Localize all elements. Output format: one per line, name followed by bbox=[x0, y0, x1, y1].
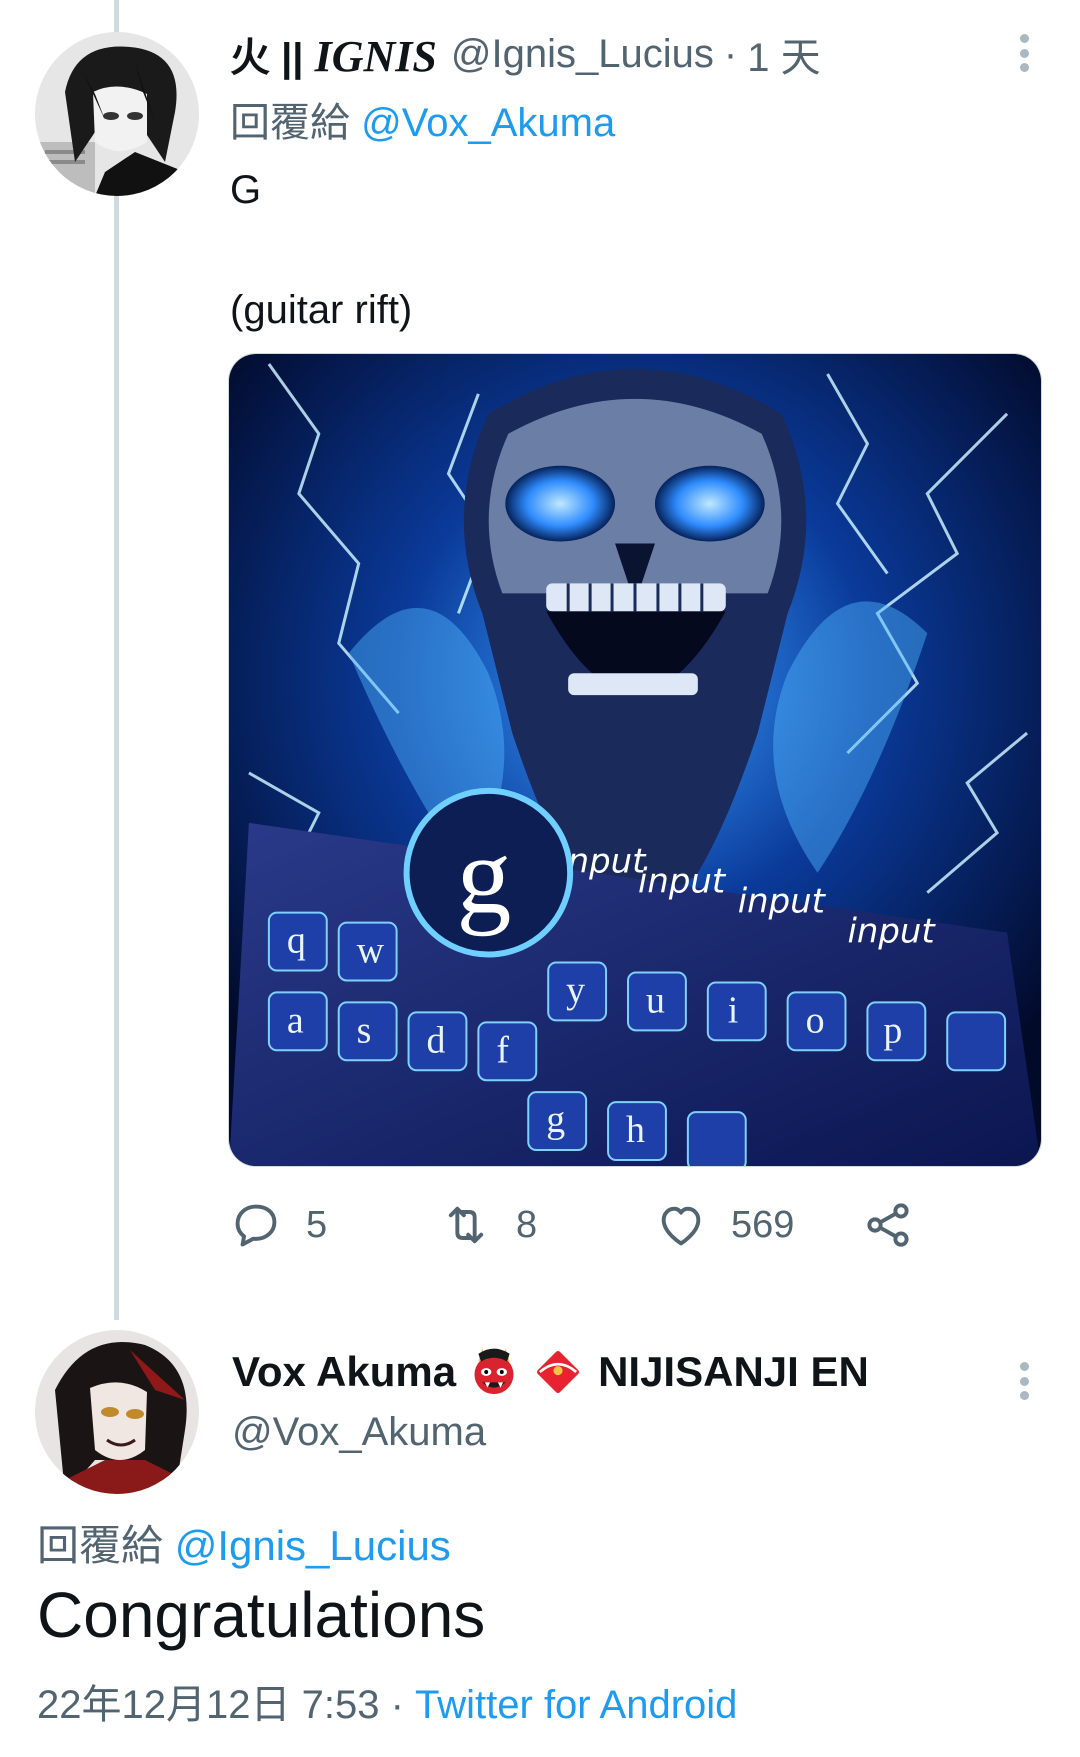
svg-text:i: i bbox=[728, 989, 739, 1031]
share-button[interactable] bbox=[862, 1190, 914, 1260]
svg-text:f: f bbox=[496, 1029, 509, 1071]
svg-text:d: d bbox=[427, 1019, 446, 1061]
svg-text:g: g bbox=[546, 1099, 565, 1141]
more-icon[interactable] bbox=[1009, 34, 1039, 72]
display-name-main: IGNIS bbox=[314, 32, 437, 81]
separator-dot: · bbox=[723, 31, 738, 76]
retweet-count: 8 bbox=[516, 1203, 538, 1246]
separator-dot: · bbox=[390, 1683, 404, 1727]
tweet2-handle[interactable]: @Vox_Akuma bbox=[232, 1410, 486, 1455]
tweet1-text: G (guitar rift) bbox=[230, 168, 413, 332]
tweet2-meta: 22年12月12日 7:53 · Twitter for Android bbox=[37, 1672, 737, 1730]
svg-text:h: h bbox=[626, 1109, 645, 1151]
svg-text:w: w bbox=[357, 930, 385, 972]
svg-text:y: y bbox=[566, 969, 585, 1011]
tweet1-header: 火 || IGNIS @Ignis_Lucius · 1 天 bbox=[230, 22, 821, 86]
tweet1-reply-context: 回覆給 @Vox_Akuma bbox=[230, 90, 615, 148]
tweet1-handle[interactable]: @Ignis_Lucius bbox=[451, 32, 714, 77]
tweet2-reply-context: 回覆給 @Ignis_Lucius bbox=[37, 1512, 451, 1573]
reply-mention-link[interactable]: @Vox_Akuma bbox=[361, 101, 615, 145]
svg-text:q: q bbox=[287, 920, 306, 962]
avatar-vox[interactable] bbox=[35, 1330, 199, 1494]
retweet-icon bbox=[448, 1206, 484, 1244]
reply-prefix: 回覆給 bbox=[37, 1522, 164, 1569]
tweet1-actions: 5 8 569 bbox=[230, 1190, 950, 1260]
media-label-input: input bbox=[847, 912, 936, 951]
like-icon bbox=[661, 1206, 701, 1246]
retweet-button[interactable]: 8 bbox=[440, 1190, 537, 1260]
avatar-ignis[interactable] bbox=[35, 32, 199, 196]
reply-button[interactable]: 5 bbox=[230, 1190, 327, 1260]
display-name-suffix: NIJISANJI EN bbox=[598, 1348, 869, 1395]
tweet2-display-name[interactable]: Vox Akuma NIJISANJI EN bbox=[232, 1340, 869, 1404]
reply-prefix: 回覆給 bbox=[230, 101, 350, 145]
more-icon[interactable] bbox=[1009, 1362, 1039, 1400]
reply-mention-link[interactable]: @Ignis_Lucius bbox=[175, 1522, 451, 1569]
tweet2-text: Congratulations bbox=[37, 1579, 486, 1651]
red-envelope-emoji-icon bbox=[537, 1351, 580, 1393]
thread-line bbox=[114, 0, 119, 1320]
like-button[interactable]: 569 bbox=[655, 1190, 794, 1260]
display-name-prefix: 火 || bbox=[230, 36, 304, 80]
tweet2-source-link[interactable]: Twitter for Android bbox=[415, 1683, 737, 1727]
display-name: Vox Akuma bbox=[232, 1348, 457, 1395]
tweet2-timestamp[interactable]: 22年12月12日 7:53 bbox=[37, 1683, 379, 1727]
reply-icon bbox=[235, 1204, 277, 1247]
like-count: 569 bbox=[731, 1203, 795, 1246]
tweet-thread: 火 || IGNIS @Ignis_Lucius · 1 天 回覆給 @Vox_… bbox=[0, 0, 1080, 1757]
media-label-input: input bbox=[638, 862, 727, 901]
svg-text:a: a bbox=[287, 999, 304, 1041]
oni-emoji-icon bbox=[474, 1348, 514, 1395]
svg-text:g: g bbox=[456, 815, 511, 937]
share-icon bbox=[867, 1203, 909, 1247]
svg-text:s: s bbox=[357, 1009, 372, 1051]
svg-text:o: o bbox=[806, 999, 825, 1041]
svg-text:p: p bbox=[883, 1009, 902, 1051]
tweet1-media-image[interactable]: q w a s d f y u i o p g h input input in… bbox=[228, 353, 1042, 1167]
reply-count: 5 bbox=[306, 1203, 328, 1246]
svg-text:u: u bbox=[646, 979, 665, 1021]
tweet1-time[interactable]: 1 天 bbox=[747, 25, 820, 83]
media-label-input: input bbox=[738, 882, 827, 921]
tweet1-display-name[interactable]: 火 || IGNIS bbox=[230, 25, 437, 83]
